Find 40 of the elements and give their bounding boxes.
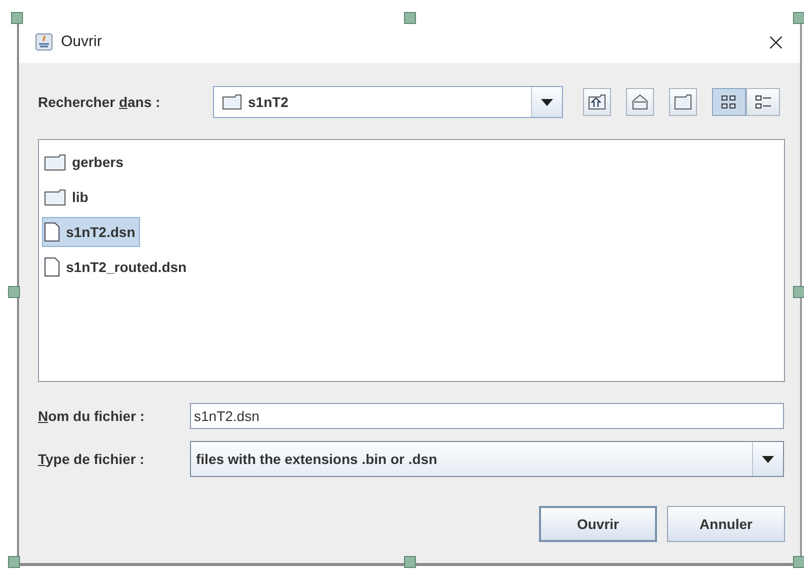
home-icon — [631, 94, 649, 110]
file-icon — [44, 222, 60, 242]
folder-icon — [44, 188, 66, 206]
home-button[interactable] — [626, 88, 654, 116]
up-folder-icon — [588, 94, 606, 110]
open-button[interactable]: Ouvrir — [539, 506, 657, 542]
list-view-button[interactable] — [712, 88, 746, 116]
window-title: Ouvrir — [61, 33, 103, 50]
folder-item[interactable]: gerbers — [42, 147, 128, 177]
resize-handle[interactable] — [11, 12, 23, 24]
resize-handle[interactable] — [8, 556, 20, 568]
details-view-button[interactable] — [746, 88, 780, 116]
folder-icon — [222, 94, 242, 110]
resize-handle[interactable] — [404, 12, 416, 24]
resize-handle[interactable] — [404, 556, 416, 568]
look-in-label: Rechercher dans : — [38, 94, 162, 110]
caret-icon — [541, 98, 553, 106]
folder-icon — [674, 94, 692, 110]
file-type-label: Type de fichier : — [38, 451, 146, 467]
folder-item[interactable]: lib — [42, 182, 94, 212]
new-folder-button[interactable] — [669, 88, 697, 116]
file-name-label: Nom du fichier : — [38, 408, 146, 424]
file-item[interactable]: s1nT2_routed.dsn — [42, 252, 192, 282]
resize-handle[interactable] — [793, 286, 804, 298]
list-view-icon — [720, 94, 738, 110]
folder-icon — [44, 154, 66, 170]
app-icon — [35, 32, 53, 50]
look-in-dropdown[interactable]: s1nT2 — [213, 86, 563, 118]
resize-handle[interactable] — [793, 12, 804, 24]
cancel-button[interactable]: Annuler — [667, 506, 785, 542]
close-button[interactable]: × — [752, 28, 800, 56]
file-name-field[interactable]: s1nT2.dsn — [190, 403, 784, 429]
resize-handle[interactable] — [793, 556, 804, 568]
file-type-dropdown[interactable]: files with the extensions .bin or .dsn — [190, 441, 784, 477]
file-icon — [44, 257, 60, 277]
details-view-icon — [754, 94, 772, 110]
up-folder-button[interactable] — [583, 88, 611, 116]
caret-icon — [762, 456, 774, 462]
resize-handle[interactable] — [8, 286, 20, 298]
file-item[interactable]: s1nT2.dsn — [42, 217, 140, 247]
